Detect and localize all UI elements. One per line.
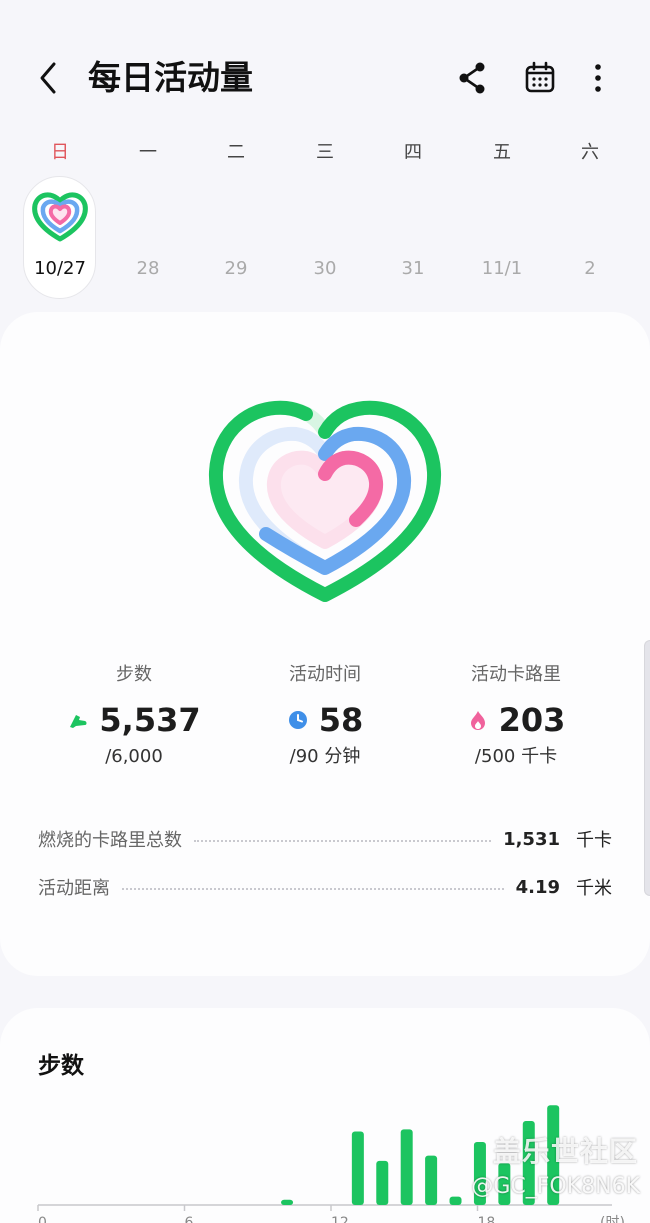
active-time-goal: /90 分钟 <box>289 746 361 767</box>
distance-label: 活动距离 <box>38 878 110 899</box>
dotted-leader <box>194 840 492 842</box>
x-tick-label: (时) <box>600 1215 625 1223</box>
steps-bar <box>449 1196 462 1205</box>
more-options-button[interactable] <box>578 58 618 98</box>
x-tick-label: 12 <box>331 1215 349 1223</box>
steps-bar <box>498 1163 511 1205</box>
weekday-label: 三 <box>316 142 334 163</box>
steps-label: 步数 <box>116 664 152 685</box>
distance-value: 4.19 <box>515 876 560 898</box>
date-label[interactable]: 28 <box>118 254 178 284</box>
back-button[interactable] <box>30 56 70 100</box>
chevron-left-icon <box>40 62 56 94</box>
active-calories-label: 活动卡路里 <box>471 664 561 685</box>
clock-icon <box>288 711 307 729</box>
date-selector: 10/27 28 29 30 31 11/1 2 <box>15 176 635 300</box>
steps-bar <box>376 1160 389 1205</box>
steps-chart-card[interactable]: 步数 0 6 12 18 (时) <box>0 1008 650 1223</box>
steps-stat[interactable]: 步数 5,537 /6,000 <box>34 662 234 770</box>
scroll-handle[interactable] <box>644 640 650 896</box>
dotted-leader <box>122 888 504 890</box>
weekday-label: 日 <box>51 142 69 163</box>
hourly-steps-chart: 0 6 12 18 (时) <box>37 1105 625 1223</box>
x-tick-label: 0 <box>38 1215 47 1223</box>
active-calories-value: 203 <box>498 701 566 739</box>
date-label[interactable]: 30 <box>295 254 355 284</box>
weekday-label: 五 <box>493 142 511 163</box>
page-title: 每日活动量 <box>88 58 253 97</box>
calendar-button[interactable] <box>520 58 560 98</box>
weekday-label: 二 <box>227 142 245 163</box>
total-calories-label: 燃烧的卡路里总数 <box>38 830 182 851</box>
date-label[interactable]: 29 <box>206 254 266 284</box>
steps-bar <box>400 1129 413 1205</box>
weekday-row: 日 一 二 三 四 五 六 <box>15 138 635 168</box>
activity-rings-heart <box>208 400 442 602</box>
date-label[interactable]: 31 <box>383 254 443 284</box>
calendar-icon <box>525 61 555 93</box>
more-vertical-icon <box>595 64 601 92</box>
active-calories-stat[interactable]: 活动卡路里 203 /500 千卡 <box>416 662 616 770</box>
steps-value: 5,537 <box>99 701 201 739</box>
active-time-value: 58 <box>318 701 364 739</box>
active-time-label: 活动时间 <box>289 664 361 685</box>
shoe-icon <box>70 715 87 728</box>
date-label-selected[interactable]: 10/27 <box>30 254 90 284</box>
weekday-label: 一 <box>139 142 157 163</box>
total-calories-unit: 千卡 <box>576 830 612 851</box>
steps-bar <box>547 1105 560 1205</box>
daily-activity-card: 步数 5,537 /6,000 活动时间 58 /90 分钟 活动卡路里 203 <box>0 312 650 976</box>
app-header: 每日活动量 <box>0 0 650 150</box>
date-label[interactable]: 11/1 <box>472 254 532 284</box>
total-calories-row: 燃烧的卡路里总数 1,531 千卡 <box>38 822 612 856</box>
activity-heart-icon <box>32 192 88 242</box>
weekday-label: 四 <box>404 142 422 163</box>
distance-unit: 千米 <box>576 878 612 899</box>
share-icon <box>459 62 485 94</box>
steps-bar <box>351 1131 364 1205</box>
x-tick-label: 6 <box>185 1215 194 1223</box>
steps-bar <box>522 1121 535 1205</box>
active-time-stat[interactable]: 活动时间 58 /90 分钟 <box>225 662 425 770</box>
x-tick-label: 18 <box>478 1215 496 1223</box>
weekday-label: 六 <box>581 142 599 163</box>
distance-row: 活动距离 4.19 千米 <box>38 870 612 904</box>
flame-icon <box>470 711 485 730</box>
steps-bar <box>281 1199 294 1205</box>
steps-goal: /6,000 <box>105 746 163 767</box>
steps-bar <box>473 1142 486 1205</box>
date-label[interactable]: 2 <box>560 254 620 284</box>
total-calories-value: 1,531 <box>503 828 560 850</box>
share-button[interactable] <box>452 58 492 98</box>
steps-bar <box>425 1155 438 1205</box>
active-calories-goal: /500 千卡 <box>474 746 558 767</box>
